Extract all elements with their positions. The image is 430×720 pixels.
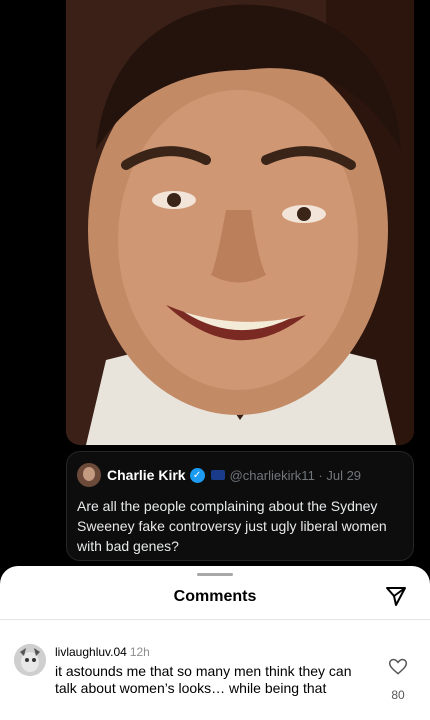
comment-text: it astounds me that so many men think th… — [55, 663, 352, 696]
comment-username[interactable]: livlaughluv.04 — [55, 645, 127, 659]
comment-time: 12h — [129, 645, 150, 659]
tweet-handle-and-date: @charliekirk11 · Jul 29 — [229, 467, 362, 483]
tweet-header: Charlie Kirk ✓ @charliekirk11 · Jul 29 — [77, 462, 361, 488]
comments-title: Comments — [173, 588, 257, 605]
comments-sheet: Comments livlaughluv.04 12h it astounds m… — [0, 566, 430, 720]
verified-badge-icon: ✓ — [189, 467, 205, 483]
heart-icon[interactable] — [388, 657, 408, 677]
comment-meta: livlaughluv.04 12h — [55, 645, 150, 659]
tweet-author-name[interactable]: Charlie Kirk — [107, 467, 186, 483]
like-count: 80 — [391, 688, 405, 702]
tweet-author-avatar[interactable] — [77, 463, 101, 487]
post-photo[interactable] — [66, 0, 414, 445]
comment-avatar[interactable] — [14, 644, 46, 676]
face-photo-illustration — [66, 0, 414, 445]
header-divider — [0, 619, 430, 620]
tweet-text: Are all the people complaining about the… — [77, 498, 387, 554]
sheet-drag-handle[interactable] — [197, 573, 233, 576]
flag-badge-icon — [210, 470, 225, 480]
send-icon[interactable] — [384, 584, 408, 608]
embedded-tweet-card[interactable]: Charlie Kirk ✓ @charliekirk11 · Jul 29 A… — [66, 451, 414, 561]
